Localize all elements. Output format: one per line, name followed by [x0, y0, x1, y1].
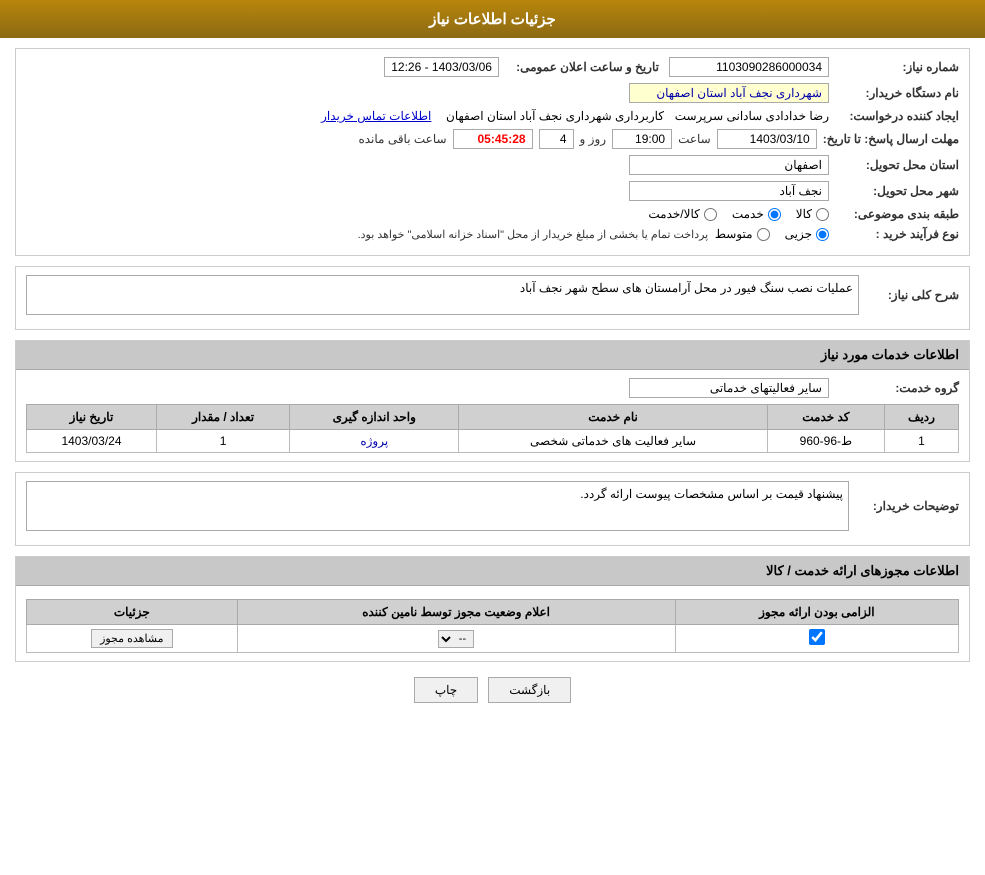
purchase-motavaset-label: متوسط — [715, 227, 753, 241]
permissions-section-title: اطلاعات مجوزهای ارائه خدمت / کالا — [16, 557, 969, 586]
category-kala-khedmat-radio[interactable] — [704, 208, 717, 221]
print-button[interactable]: چاپ — [414, 677, 478, 703]
category-kala-option[interactable]: کالا — [796, 207, 829, 221]
purchase-type-radio-group: جزیی متوسط — [715, 227, 829, 241]
category-row: طبقه بندی موضوعی: کالا خدمت کالا/خدمت — [26, 207, 959, 221]
col-unit: واحد اندازه گیری — [290, 405, 459, 430]
page-title: جزئیات اطلاعات نیاز — [0, 0, 985, 38]
purchase-type-note: پرداخت تمام یا بخشی از مبلغ خریدار از مح… — [358, 228, 709, 241]
deadline-date: 1403/03/10 — [717, 129, 817, 149]
cell-service-name: سایر فعالیت های خدماتی شخصی — [459, 430, 768, 453]
buyer-org-row: نام دستگاه خریدار: شهرداری نجف آباد استا… — [26, 83, 959, 103]
table-row: -- مشاهده مجوز — [27, 625, 959, 653]
show-permit-button[interactable]: مشاهده مجوز — [91, 629, 172, 648]
general-desc-row: شرح کلی نیاز: عملیات نصب سنگ فیور در محل… — [26, 275, 959, 315]
creator-label: ایجاد کننده درخواست: — [829, 109, 959, 123]
category-label: طبقه بندی موضوعی: — [829, 207, 959, 221]
province-label: استان محل تحویل: — [829, 158, 959, 172]
purchase-type-row: نوع فرآیند خرید : جزیی متوسط پرداخت تمام… — [26, 227, 959, 241]
col-service-code: کد خدمت — [767, 405, 884, 430]
province-value: اصفهان — [629, 155, 829, 175]
purchase-motavaset-option[interactable]: متوسط — [715, 227, 770, 241]
mandatory-checkbox[interactable] — [809, 629, 825, 645]
deadline-time: 19:00 — [612, 129, 672, 149]
table-row: 1 ط-96-960 سایر فعالیت های خدماتی شخصی پ… — [27, 430, 959, 453]
deadline-days-label: روز و — [580, 132, 607, 146]
col-details: جزئیات — [27, 600, 238, 625]
general-desc-label: شرح کلی نیاز: — [859, 288, 959, 302]
service-group-row: گروه خدمت: سایر فعالیتهای خدماتی — [26, 378, 959, 398]
deadline-time-label: ساعت — [678, 132, 711, 146]
col-service-name: نام خدمت — [459, 405, 768, 430]
category-khedmat-radio[interactable] — [768, 208, 781, 221]
purchase-jozii-radio[interactable] — [816, 228, 829, 241]
need-number-label: شماره نیاز: — [829, 60, 959, 74]
cell-unit: پروژه — [290, 430, 459, 453]
category-khedmat-label: خدمت — [732, 207, 764, 221]
provider-status-select[interactable]: -- — [438, 630, 474, 648]
creator-name: رضا خدادادی سادانی سرپرست — [675, 109, 829, 123]
purchase-jozii-option[interactable]: جزیی — [785, 227, 829, 241]
category-kala-label: کالا — [796, 207, 812, 221]
col-provider-status: اعلام وضعیت مجوز توسط نامین کننده — [237, 600, 675, 625]
city-label: شهر محل تحویل: — [829, 184, 959, 198]
purchase-type-label: نوع فرآیند خرید : — [829, 227, 959, 241]
buyer-org-value: شهرداری نجف آباد استان اصفهان — [629, 83, 829, 103]
general-desc-section: شرح کلی نیاز: عملیات نصب سنگ فیور در محل… — [15, 266, 970, 330]
buyer-notes-row: توضیحات خریدار: پیشنهاد قیمت بر اساس مشخ… — [26, 481, 959, 531]
need-number-value: 1103090286000034 — [669, 57, 829, 77]
deadline-label: مهلت ارسال پاسخ: تا تاریخ: — [823, 132, 959, 146]
cell-provider-status[interactable]: -- — [237, 625, 675, 653]
category-kala-radio[interactable] — [816, 208, 829, 221]
footer-buttons: بازگشت چاپ — [15, 677, 970, 703]
service-group-value: سایر فعالیتهای خدماتی — [629, 378, 829, 398]
purchase-motavaset-radio[interactable] — [757, 228, 770, 241]
deadline-days: 4 — [539, 129, 574, 149]
cell-need-date: 1403/03/24 — [27, 430, 157, 453]
back-button[interactable]: بازگشت — [488, 677, 571, 703]
cell-quantity: 1 — [156, 430, 289, 453]
category-khedmat-option[interactable]: خدمت — [732, 207, 781, 221]
col-need-date: تاریخ نیاز — [27, 405, 157, 430]
city-value: نجف آباد — [629, 181, 829, 201]
province-row: استان محل تحویل: اصفهان — [26, 155, 959, 175]
creator-role: کاربرداری شهرداری نجف آباد استان اصفهان — [446, 109, 664, 123]
category-radio-group: کالا خدمت کالا/خدمت — [648, 207, 829, 221]
buyer-notes-content: پیشنهاد قیمت بر اساس مشخصات پیوست ارائه … — [26, 481, 849, 531]
deadline-remaining: 05:45:28 — [453, 129, 533, 149]
col-mandatory: الزامی بودن ارائه مجوز — [675, 600, 958, 625]
col-row-num: ردیف — [884, 405, 958, 430]
general-desc-content: عملیات نصب سنگ فیور در محل آرامستان های … — [26, 275, 859, 315]
cell-details[interactable]: مشاهده مجوز — [27, 625, 238, 653]
deadline-remaining-label: ساعت باقی مانده — [358, 132, 446, 146]
buyer-org-label: نام دستگاه خریدار: — [829, 86, 959, 100]
cell-row-num: 1 — [884, 430, 958, 453]
announcement-label: تاریخ و ساعت اعلان عمومی: — [499, 60, 659, 74]
services-table: ردیف کد خدمت نام خدمت واحد اندازه گیری ت… — [26, 404, 959, 453]
creator-contact-link[interactable]: اطلاعات تماس خریدار — [321, 109, 431, 123]
buyer-notes-label: توضیحات خریدار: — [849, 499, 959, 513]
permissions-section: اطلاعات مجوزهای ارائه خدمت / کالا الزامی… — [15, 556, 970, 662]
category-kala-khedmat-label: کالا/خدمت — [648, 207, 699, 221]
category-kala-khedmat-option[interactable]: کالا/خدمت — [648, 207, 716, 221]
permissions-table: الزامی بودن ارائه مجوز اعلام وضعیت مجوز … — [26, 599, 959, 653]
service-group-label: گروه خدمت: — [829, 381, 959, 395]
creator-row: ایجاد کننده درخواست: رضا خدادادی سادانی … — [26, 109, 959, 123]
cell-service-code: ط-96-960 — [767, 430, 884, 453]
services-section-title: اطلاعات خدمات مورد نیاز — [16, 341, 969, 370]
city-row: شهر محل تحویل: نجف آباد — [26, 181, 959, 201]
announcement-value: 1403/03/06 - 12:26 — [384, 57, 499, 77]
col-quantity: تعداد / مقدار — [156, 405, 289, 430]
need-number-row: شماره نیاز: 1103090286000034 تاریخ و ساع… — [26, 57, 959, 77]
buyer-notes-section: توضیحات خریدار: پیشنهاد قیمت بر اساس مشخ… — [15, 472, 970, 546]
need-info-section: شماره نیاز: 1103090286000034 تاریخ و ساع… — [15, 48, 970, 256]
cell-mandatory[interactable] — [675, 625, 958, 653]
purchase-jozii-label: جزیی — [785, 227, 812, 241]
services-section: اطلاعات خدمات مورد نیاز گروه خدمت: سایر … — [15, 340, 970, 462]
deadline-row: مهلت ارسال پاسخ: تا تاریخ: 1403/03/10 سا… — [26, 129, 959, 149]
